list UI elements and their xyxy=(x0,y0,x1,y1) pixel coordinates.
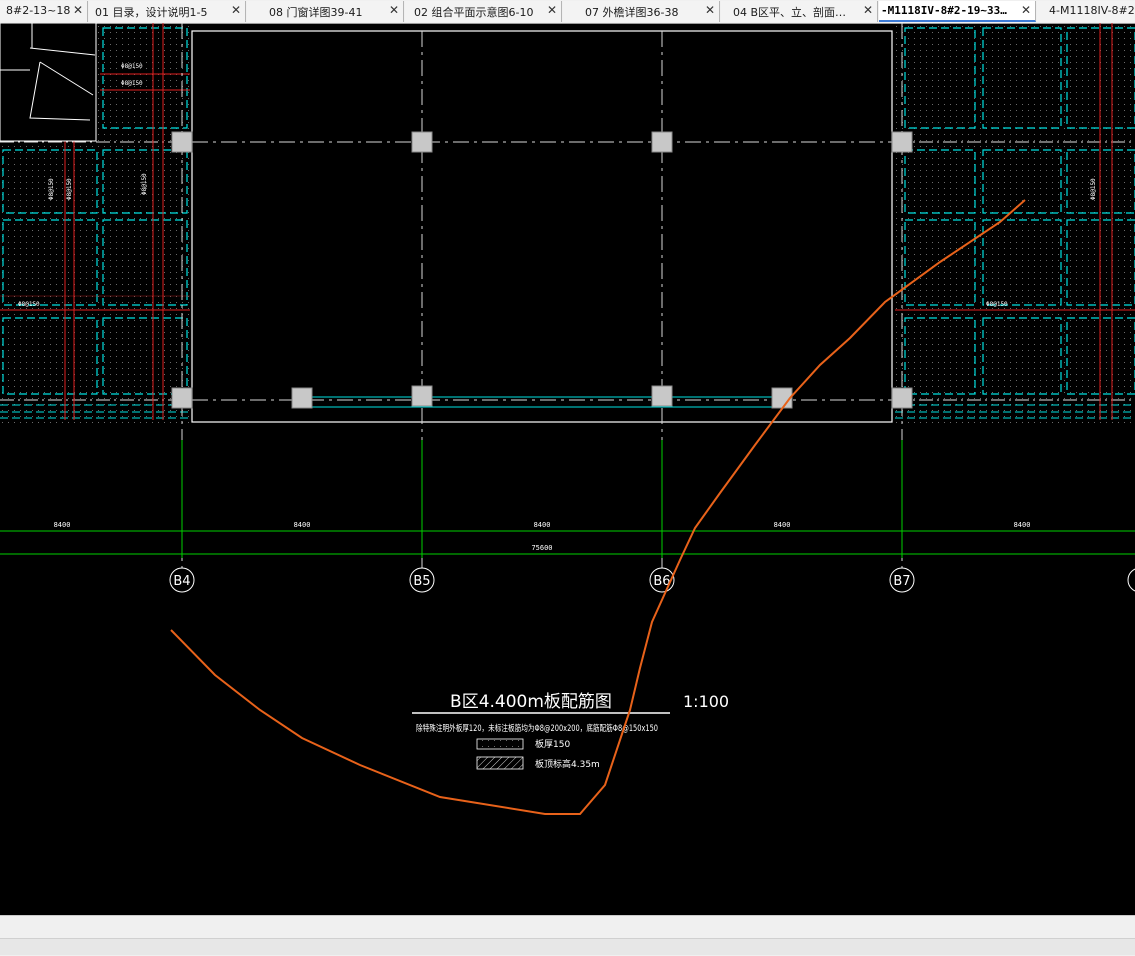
dimension-text: 8400 xyxy=(774,521,791,529)
tab-label: -M1118IV-8#2-19~33… xyxy=(881,4,1007,17)
tab-combined-plan[interactable]: 02 组合平面示意图6-10 ✕ xyxy=(405,1,562,22)
right-slab-panel: Φ8@150 Φ8@150 xyxy=(895,23,1135,423)
dimension-text: 8400 xyxy=(1014,521,1031,529)
dimension-text: 8400 xyxy=(534,521,551,529)
tab-contents[interactable]: 01 目录，设计说明1-5 ✕ xyxy=(89,1,246,22)
close-icon[interactable]: ✕ xyxy=(547,3,557,17)
close-icon[interactable]: ✕ xyxy=(1021,3,1031,17)
tab-label: 08 门窗详图39-41 xyxy=(269,6,363,19)
tab-eaves-details[interactable]: 07 外檐详图36-38 ✕ xyxy=(563,1,720,22)
tab-label: 8#2-13~18… xyxy=(6,4,71,17)
total-dimension-text: 75600 xyxy=(531,544,552,552)
axis-bubbles: B4 B5 B6 B7 B xyxy=(169,567,1135,593)
cad-drawing-canvas[interactable]: Φ8@150 Φ8@150 Φ8@150 Φ8@150 Φ8@150 Φ8@15… xyxy=(0,23,1135,915)
rebar-label: Φ8@150 xyxy=(121,63,143,70)
tab-drawing-8[interactable]: 4-M1118IV-8#2-… xyxy=(1037,1,1135,22)
tab-active-drawing[interactable]: -M1118IV-8#2-19~33… ✕ xyxy=(879,1,1036,22)
rebar-label: Φ8@150 xyxy=(121,80,143,87)
horizontal-scrollbar[interactable] xyxy=(0,938,1135,955)
tab-label: 01 目录，设计说明1-5 xyxy=(95,6,208,19)
tab-door-window-details[interactable]: 08 门窗详图39-41 ✕ xyxy=(247,1,404,22)
close-icon[interactable]: ✕ xyxy=(705,3,715,17)
axis-label-b5: B5 xyxy=(413,574,430,589)
legend-slab-elevation: 板顶标高4.35m xyxy=(535,758,600,770)
central-opening xyxy=(191,30,893,423)
close-icon[interactable]: ✕ xyxy=(863,3,873,17)
dimension-lines: 8400 8400 8400 8400 8400 75600 xyxy=(0,440,1135,558)
rebar-label: Φ8@150 xyxy=(1090,178,1097,200)
status-bar xyxy=(0,915,1135,956)
rebar-label: Φ8@150 xyxy=(18,301,40,308)
tab-label: 04 B区平、立、剖面… xyxy=(733,6,847,19)
rebar-label: Φ8@150 xyxy=(66,178,73,200)
left-slab-panel: Φ8@150 Φ8@150 Φ8@150 Φ8@150 Φ8@150 Φ8@15… xyxy=(0,23,190,423)
close-icon[interactable]: ✕ xyxy=(231,3,241,17)
tab-label: 4-M1118IV-8#2-… xyxy=(1049,4,1135,17)
axis-label-b4: B4 xyxy=(173,574,190,589)
drawing-title-block: B区4.400m板配筋图 1:100 除特殊注明外板厚120，未标注板筋均为Φ8… xyxy=(412,692,729,770)
axis-label-b7: B7 xyxy=(893,574,910,589)
dimension-text: 8400 xyxy=(294,521,311,529)
drawing-title: B区4.400m板配筋图 xyxy=(450,692,612,712)
close-icon[interactable]: ✕ xyxy=(73,3,83,17)
document-tab-bar: 8#2-13~18… ✕ 01 目录，设计说明1-5 ✕ 08 门窗详图39-4… xyxy=(0,0,1135,24)
drawing-scale: 1:100 xyxy=(683,692,729,711)
rebar-label: Φ8@150 xyxy=(48,178,55,200)
tab-label: 07 外檐详图36-38 xyxy=(585,6,679,19)
rebar-label: Φ8@150 xyxy=(986,301,1008,308)
tab-label: 02 组合平面示意图6-10 xyxy=(414,6,534,19)
legend-slab-thickness: 板厚150 xyxy=(535,738,570,750)
close-icon[interactable]: ✕ xyxy=(389,3,399,17)
tab-b-zone-plans[interactable]: 04 B区平、立、剖面… ✕ xyxy=(721,1,878,22)
rebar-label: Φ8@150 xyxy=(141,173,148,195)
dimension-text: 8400 xyxy=(54,521,71,529)
tab-drawing-1[interactable]: 8#2-13~18… ✕ xyxy=(0,1,88,22)
